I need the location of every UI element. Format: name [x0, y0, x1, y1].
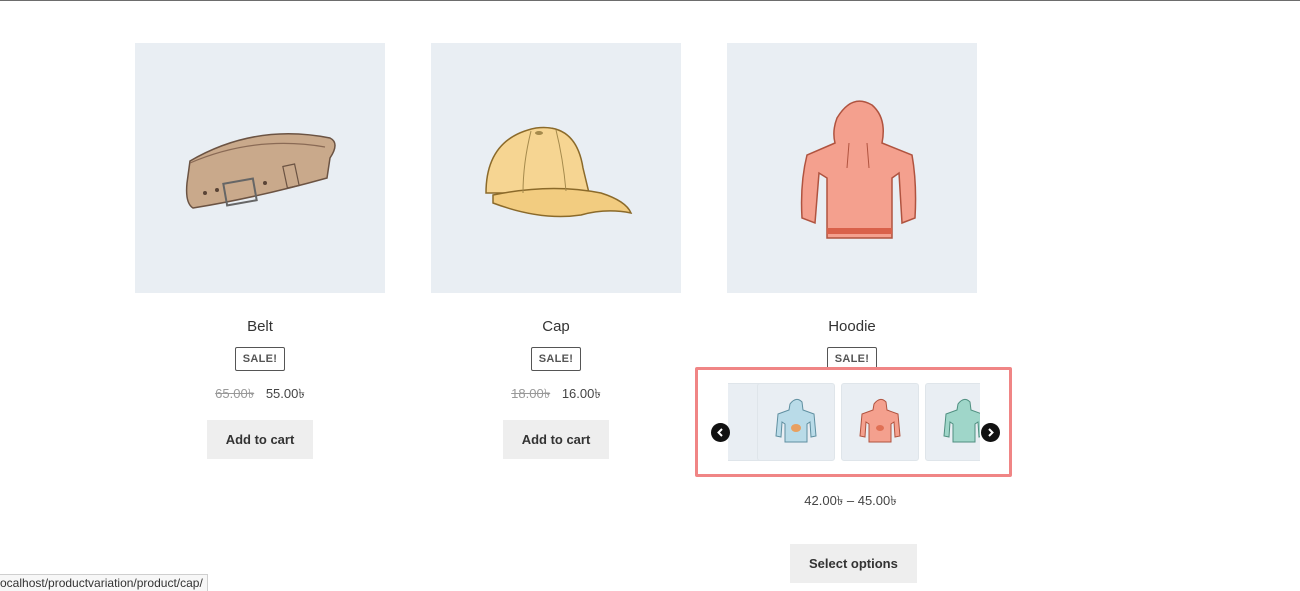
gallery-prev-button[interactable] [711, 423, 730, 442]
belt-icon [185, 133, 336, 209]
browser-status-url: ocalhost/productvariation/product/cap/ [0, 574, 208, 591]
product-image-belt[interactable] [135, 43, 385, 293]
select-options-button[interactable]: Select options [790, 544, 917, 583]
price-range: 42.00৳ – 45.00৳ [804, 493, 897, 508]
add-to-cart-button[interactable]: Add to cart [206, 420, 314, 459]
hoodie-pink-icon [859, 398, 901, 443]
gallery-next-button[interactable] [981, 423, 1000, 442]
sale-badge: SALE! [530, 347, 582, 371]
sale-price: 55.00৳ [265, 386, 305, 401]
gallery-tile[interactable] [925, 383, 980, 461]
top-divider [0, 0, 1300, 1]
gallery-tile[interactable] [841, 383, 919, 461]
product-card-hoodie: Hoodie SALE! [727, 43, 977, 371]
product-title[interactable]: Cap [431, 317, 681, 337]
add-to-cart-button[interactable]: Add to cart [502, 420, 610, 459]
hoodie-icon [800, 100, 917, 239]
variation-gallery [695, 367, 1012, 477]
product-title[interactable]: Belt [135, 317, 385, 337]
old-price: 65.00৳ [215, 386, 255, 401]
product-title[interactable]: Hoodie [727, 317, 977, 337]
product-card-belt: Belt SALE! 65.00৳ 55.00৳ Add to cart [135, 43, 385, 459]
product-price: 18.00৳ 16.00৳ [431, 385, 681, 403]
hoodie-green-icon [943, 398, 980, 443]
cap-icon [485, 126, 633, 218]
gallery-tile[interactable] [757, 383, 835, 461]
product-card-cap: Cap SALE! 18.00৳ 16.00৳ Add to cart [431, 43, 681, 459]
gallery-track [728, 383, 980, 461]
product-image-hoodie[interactable] [727, 43, 977, 293]
hoodie-blue-icon [775, 398, 817, 443]
sale-price: 16.00৳ [561, 386, 601, 401]
old-price: 18.00৳ [511, 386, 551, 401]
chevron-left-icon [717, 428, 723, 437]
sale-badge: SALE! [234, 347, 286, 371]
product-image-cap[interactable] [431, 43, 681, 293]
chevron-right-icon [988, 428, 994, 437]
product-price: 65.00৳ 55.00৳ [135, 385, 385, 403]
